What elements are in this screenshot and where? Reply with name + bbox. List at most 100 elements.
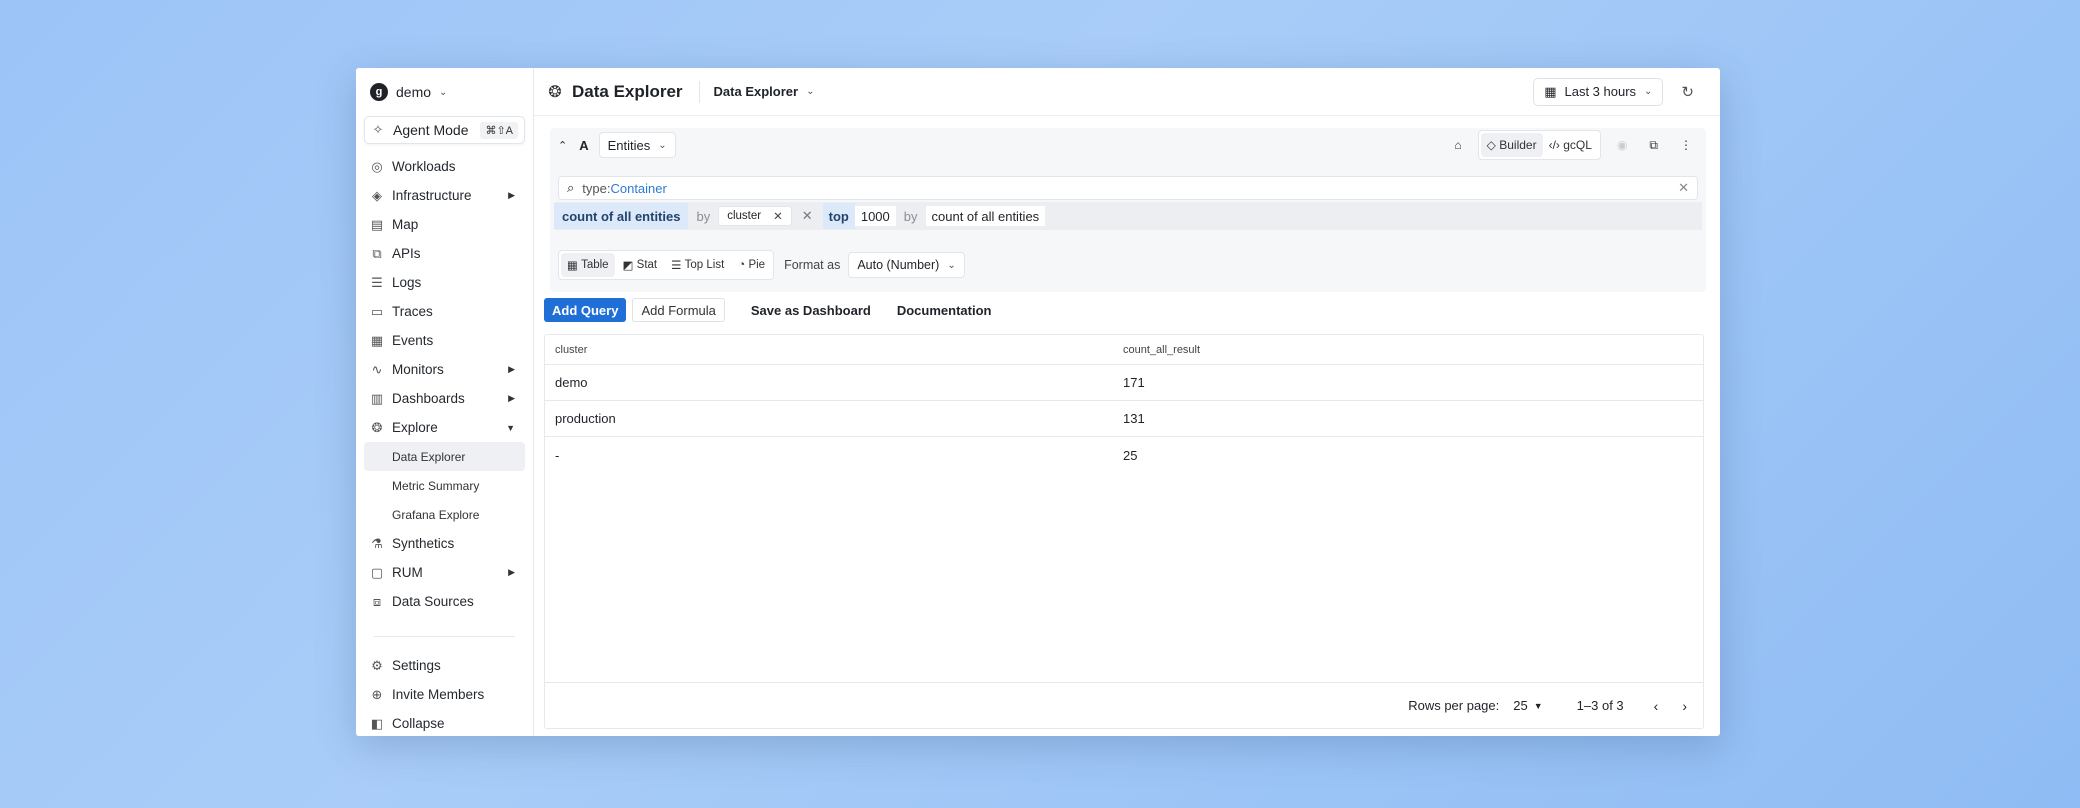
sidebar: g demo ⌄ ✧ Agent Mode ⌘⇧A ◎ Workloads ◈ In… bbox=[356, 68, 534, 736]
collapse-query-icon[interactable]: ⌃ bbox=[558, 139, 567, 152]
sidebar-item-traces[interactable]: ▭ Traces bbox=[364, 297, 525, 326]
caret-right-icon: ▶ bbox=[508, 393, 515, 403]
gcql-mode-button[interactable]: ‹/› gcQL bbox=[1543, 133, 1598, 157]
rows-per-page-value: 25 bbox=[1513, 698, 1528, 713]
api-icon: ⧉ bbox=[372, 245, 382, 261]
chevron-right-icon[interactable]: › bbox=[1682, 698, 1687, 714]
more-vertical-icon[interactable]: ⋮ bbox=[1674, 133, 1698, 157]
column-header[interactable]: count_all_result bbox=[1123, 344, 1703, 356]
data-source-label: Entities bbox=[607, 137, 651, 153]
aggregation-select[interactable]: count of all entities bbox=[554, 203, 689, 229]
eye-icon[interactable]: ◉ bbox=[1611, 133, 1633, 157]
caret-right-icon: ▶ bbox=[508, 190, 515, 200]
sidebar-item-explore[interactable]: ❂ Explore ▼ bbox=[364, 413, 525, 442]
pager: ‹ › bbox=[1654, 698, 1687, 714]
viz-label: Table bbox=[581, 259, 609, 271]
sidebar-subitem-data-explorer[interactable]: Data Explorer bbox=[364, 442, 525, 471]
builder-mode-label: Builder bbox=[1499, 138, 1537, 152]
viz-stat-button[interactable]: ◩ Stat bbox=[617, 253, 664, 277]
duplicate-icon[interactable]: ⧉ bbox=[1643, 133, 1664, 157]
sidebar-item-label: Synthetics bbox=[392, 536, 455, 551]
pagination-range: 1–3 of 3 bbox=[1576, 698, 1624, 713]
data-sources-icon: ⧈ bbox=[372, 593, 382, 609]
org-name: demo bbox=[396, 84, 432, 100]
pie-icon: ◔ bbox=[738, 259, 746, 271]
sidebar-item-data-sources[interactable]: ⧈ Data Sources bbox=[364, 587, 525, 616]
add-query-button[interactable]: Add Query bbox=[544, 298, 627, 322]
viz-toplist-button[interactable]: ☰ Top List bbox=[665, 253, 730, 277]
clear-group-icon[interactable]: ✕ bbox=[802, 208, 813, 224]
sidebar-item-rum[interactable]: ▢ RUM ▶ bbox=[364, 558, 525, 587]
sidebar-item-apis[interactable]: ⧉ APIs bbox=[364, 239, 525, 268]
sidebar-item-collapse[interactable]: ◧ Collapse bbox=[364, 709, 525, 736]
agent-mode-button[interactable]: ✧ Agent Mode ⌘⇧A bbox=[364, 116, 525, 144]
documentation-link[interactable]: Documentation bbox=[889, 298, 1000, 322]
sidebar-collapse-icon: ◧ bbox=[370, 715, 384, 731]
sidebar-item-label: Dashboards bbox=[392, 391, 465, 406]
sidebar-item-dashboards[interactable]: ▥ Dashboards ▶ bbox=[364, 384, 525, 413]
sidebar-item-monitors[interactable]: ∿ Monitors ▶ bbox=[364, 355, 525, 384]
filter-key: type: bbox=[582, 180, 611, 196]
table-row: production 131 bbox=[545, 401, 1703, 437]
topbar: ❂ Data Explorer Data Explorer ⌄ ▦ Last 3… bbox=[534, 68, 1720, 116]
calendar-icon: ▦ bbox=[1544, 83, 1557, 99]
format-select[interactable]: Auto (Number) ⌄ bbox=[848, 252, 965, 278]
table-icon: ▦ bbox=[567, 260, 578, 272]
time-range-label: Last 3 hours bbox=[1564, 84, 1637, 99]
sidebar-subitem-grafana-explore[interactable]: Grafana Explore bbox=[364, 500, 525, 529]
group-by-label: cluster bbox=[727, 210, 762, 222]
viz-table-button[interactable]: ▦ Table bbox=[561, 253, 615, 277]
remove-tag-icon[interactable]: ✕ bbox=[773, 209, 783, 223]
chevron-left-icon[interactable]: ‹ bbox=[1654, 698, 1659, 714]
by-keyword: by bbox=[903, 208, 918, 224]
rows-per-page-select[interactable]: 25 ▼ bbox=[1513, 698, 1542, 713]
builder-mode-button[interactable]: ◇ Builder bbox=[1480, 133, 1543, 157]
breadcrumb[interactable]: Data Explorer bbox=[714, 84, 799, 99]
time-range-picker[interactable]: ▦ Last 3 hours ⌄ bbox=[1533, 77, 1664, 106]
activity-icon: ∿ bbox=[371, 361, 383, 377]
top-n-input[interactable]: 1000 bbox=[854, 206, 896, 226]
org-switcher[interactable]: g demo ⌄ bbox=[364, 80, 525, 104]
group-by-tag[interactable]: cluster ✕ bbox=[718, 206, 792, 226]
sidebar-subitem-metric-summary[interactable]: Metric Summary bbox=[364, 471, 525, 500]
data-source-select[interactable]: Entities ⌄ bbox=[598, 132, 676, 158]
close-icon[interactable]: ✕ bbox=[1678, 180, 1689, 196]
filter-value: Container bbox=[610, 180, 667, 196]
sidebar-item-logs[interactable]: ☰ Logs bbox=[364, 268, 525, 297]
caret-down-icon: ▼ bbox=[1533, 700, 1543, 711]
sidebar-item-workloads[interactable]: ◎ Workloads bbox=[364, 152, 525, 181]
query-tools: ⌂ ◇ Builder ‹/› gcQL ◉ ⧉ ⋮ bbox=[1448, 130, 1698, 160]
filter-search-input[interactable]: ⌕ type: Container ✕ bbox=[558, 176, 1698, 200]
sidebar-item-infrastructure[interactable]: ◈ Infrastructure ▶ bbox=[364, 181, 525, 210]
explore-icon: ❂ bbox=[548, 83, 562, 101]
table-cell: 171 bbox=[1123, 375, 1145, 390]
viz-pie-button[interactable]: ◔ Pie bbox=[732, 253, 771, 277]
gear-icon: ⚙ bbox=[371, 657, 383, 673]
chevron-down-icon[interactable]: ⌄ bbox=[806, 86, 814, 97]
sidebar-item-label: Invite Members bbox=[392, 687, 485, 702]
table-cell: 131 bbox=[1123, 411, 1145, 426]
sidebar-item-map[interactable]: ▤ Map bbox=[364, 210, 525, 239]
visualization-row: ▦ Table ◩ Stat ☰ Top List ◔ Pie Format a… bbox=[558, 250, 965, 280]
format-label: Format as bbox=[784, 258, 841, 272]
main-content: ❂ Data Explorer Data Explorer ⌄ ▦ Last 3… bbox=[534, 68, 1720, 736]
refresh-icon[interactable]: ↻ bbox=[1681, 83, 1694, 101]
map-icon: ▤ bbox=[370, 216, 384, 232]
caret-right-icon: ▶ bbox=[508, 567, 515, 577]
by-keyword: by bbox=[696, 208, 711, 224]
save-dashboard-button[interactable]: Save as Dashboard bbox=[743, 298, 879, 322]
sidebar-item-invite-members[interactable]: ⊕ Invite Members bbox=[364, 680, 525, 709]
sidebar-item-synthetics[interactable]: ⚗ Synthetics bbox=[364, 529, 525, 558]
sidebar-item-label: Collapse bbox=[392, 716, 445, 731]
tag-icon[interactable]: ⌂ bbox=[1448, 133, 1467, 157]
traces-icon: ▭ bbox=[370, 303, 384, 319]
sidebar-item-settings[interactable]: ⚙ Settings bbox=[364, 651, 525, 680]
agent-mode-label: Agent Mode bbox=[393, 122, 469, 138]
add-formula-button[interactable]: Add Formula bbox=[632, 298, 725, 322]
order-by-select[interactable]: count of all entities bbox=[925, 206, 1046, 226]
column-header[interactable]: cluster bbox=[545, 344, 1123, 356]
sidebar-item-label: Map bbox=[392, 217, 419, 232]
query-letter: A bbox=[579, 137, 589, 153]
sidebar-item-events[interactable]: ▦ Events bbox=[364, 326, 525, 355]
table-cell: demo bbox=[555, 375, 588, 390]
